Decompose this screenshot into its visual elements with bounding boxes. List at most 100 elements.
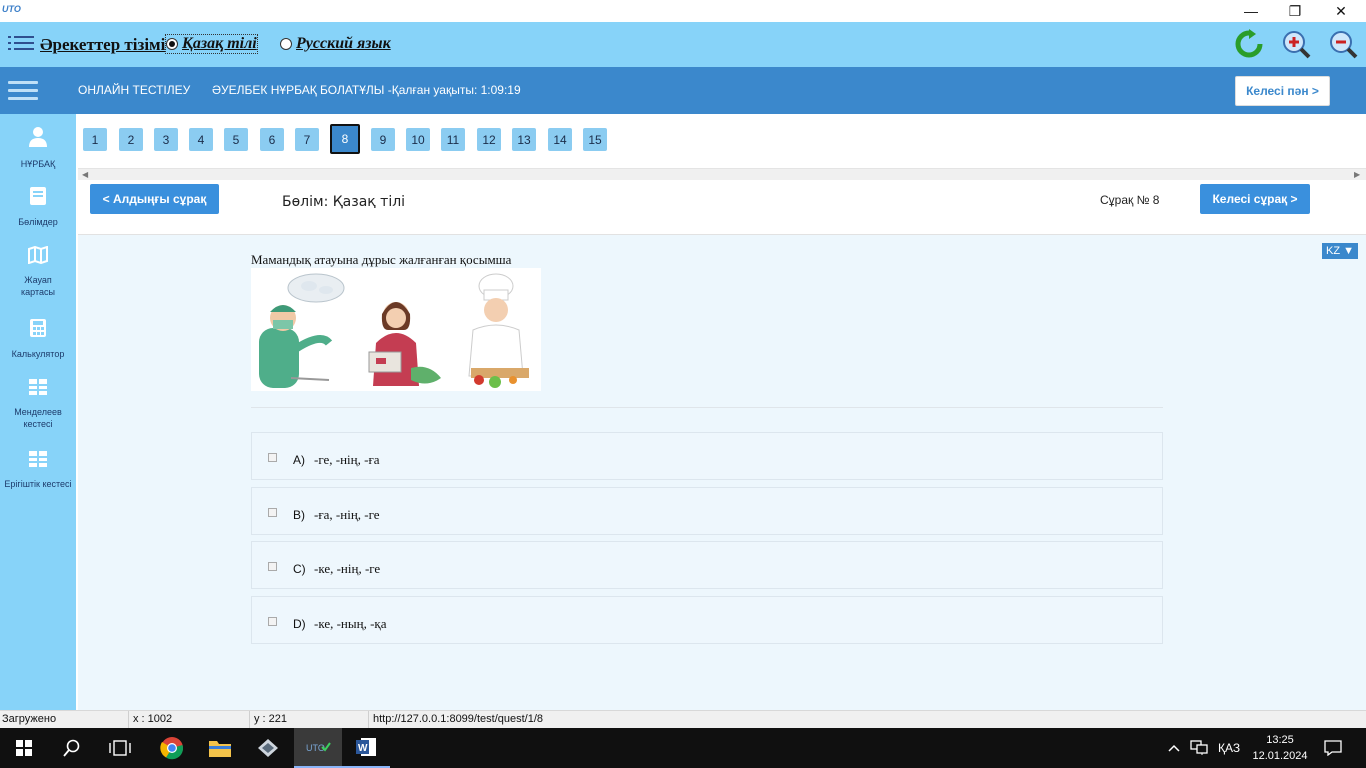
lang-option-kazakh[interactable]: Қазақ тілі [165,34,258,54]
zoom-out-icon[interactable] [1328,29,1358,59]
window-titlebar: UTO — ❐ ✕ [0,0,1366,22]
question-number-bar: 1 2 3 4 5 6 7 8 9 10 11 12 13 14 15 [76,114,1366,168]
question-number-label: Сұрақ № 8 [1100,193,1160,207]
close-button[interactable]: ✕ [1318,0,1364,22]
sidebar-item-user[interactable]: НҰРБАҚ [0,126,76,170]
map-icon [28,246,48,264]
question-number-13[interactable]: 13 [512,128,536,151]
zoom-in-icon[interactable] [1281,29,1311,59]
answer-checkbox-c[interactable] [268,562,277,571]
question-number-3[interactable]: 3 [154,128,178,151]
header-title: ОНЛАЙН ТЕСТІЛЕУ [78,83,191,97]
file-explorer-app[interactable] [196,728,244,768]
uto-check-icon: UTO [306,742,331,753]
sidebar: НҰРБАҚ Бөлімдер Жауап картасы Калькулято… [0,114,76,710]
answer-checkbox-a[interactable] [268,453,277,462]
chrome-app[interactable] [148,728,196,768]
windows-icon [16,740,32,756]
windows-taskbar: UTO W ҚАЗ 13:25 12.01.2024 [0,728,1366,768]
task-view-icon [109,740,131,756]
question-divider [251,407,1163,408]
app-icon [258,739,278,757]
question-number-14[interactable]: 14 [548,128,572,151]
notification-icon[interactable] [1324,728,1342,768]
question-number-2[interactable]: 2 [119,128,143,151]
sidebar-label-calculator: Калькулятор [11,349,65,359]
tray-chevron-icon[interactable] [1168,728,1180,768]
question-number-4[interactable]: 4 [189,128,213,151]
taskbar-clock[interactable]: 13:25 12.01.2024 [1252,732,1308,764]
scroll-left-icon[interactable]: ◀ [82,170,88,179]
table-icon [29,451,47,467]
answer-option-d[interactable]: D) -ке, -ның, -қа [251,596,1163,644]
calculator-icon [30,319,46,337]
radio-kazakh[interactable] [166,38,178,50]
question-number-5[interactable]: 5 [224,128,248,151]
answer-checkbox-b[interactable] [268,508,277,517]
test-header: ОНЛАЙН ТЕСТІЛЕУ ӘУЕЛБЕК НҰРБАҚ БОЛАТҰЛЫ … [0,67,1366,114]
answer-text-d: -ке, -ның, -қа [314,616,387,631]
question-image-professions [251,268,541,391]
hamburger-icon[interactable] [8,81,38,101]
scroll-right-icon[interactable]: ▶ [1354,170,1360,179]
clock-time: 13:25 [1266,734,1294,746]
task-view-button[interactable] [96,728,144,768]
book-icon [30,187,46,205]
chrome-icon [160,737,184,760]
question-number-15[interactable]: 15 [583,128,607,151]
radio-russian[interactable] [280,38,292,50]
next-question-button[interactable]: Келесі сұрақ > [1200,184,1310,214]
answer-option-a[interactable]: A) -ге, -нің, -ға [251,432,1163,480]
minimize-button[interactable]: — [1228,0,1274,22]
question-number-1[interactable]: 1 [83,128,107,151]
search-icon [63,739,80,757]
svg-text:W: W [358,743,368,754]
sidebar-item-mendeleev[interactable]: Менделеев кестесі [0,378,76,430]
search-button[interactable] [48,728,96,768]
status-text: Загружено [2,713,57,725]
lang-option-russian[interactable]: Русский язык [280,35,391,53]
status-y-coordinate: y : 221 [254,713,288,725]
user-time-remaining: ӘУЕЛБЕК НҰРБАҚ БОЛАТҰЛЫ -Қалған уақыты: … [212,83,521,97]
answer-option-c[interactable]: C) -ке, -нің, -ге [251,541,1163,589]
language-dropdown[interactable]: KZ ▼ [1322,243,1358,259]
question-number-9[interactable]: 9 [371,128,395,151]
question-number-8[interactable]: 8 [330,124,360,154]
actions-list-link[interactable]: Әрекеттер тізімі [40,35,165,55]
app-shortcut[interactable] [244,728,292,768]
answer-checkbox-d[interactable] [268,617,277,626]
sidebar-item-solubility[interactable]: Ерігіштік кестесі [0,450,76,490]
question-number-6[interactable]: 6 [260,128,284,151]
sidebar-label-solubility: Ерігіштік кестесі [4,479,72,489]
sidebar-item-calculator[interactable]: Калькулятор [0,318,76,360]
question-number-10[interactable]: 10 [406,128,430,151]
question-number-12[interactable]: 12 [477,128,501,151]
restore-button[interactable]: ❐ [1272,0,1318,22]
next-subject-button[interactable]: Келесі пән > [1235,76,1330,106]
sidebar-label-mendeleev: Менделеев кестесі [14,407,62,429]
start-button[interactable] [0,728,48,768]
horizontal-scrollbar[interactable]: ◀ ▶ [78,168,1366,180]
sidebar-label-answer-map: Жауап картасы [21,275,55,297]
answer-option-b[interactable]: B) -ға, -нің, -ге [251,487,1163,535]
word-app[interactable]: W [342,728,390,768]
question-number-11[interactable]: 11 [441,128,465,151]
sidebar-label-sections: Бөлімдер [18,217,58,227]
sidebar-item-answer-map[interactable]: Жауап картасы [0,246,76,298]
lang-label-russian: Русский язык [296,35,391,52]
previous-question-button[interactable]: < Алдыңғы сұрақ [90,184,219,214]
answer-letter-b: B) [293,508,305,522]
refresh-icon[interactable] [1234,29,1264,59]
testing-app[interactable]: UTO [294,728,342,768]
answer-text-b: -ға, -нің, -ге [314,507,380,522]
status-url: http://127.0.0.1:8099/test/quest/1/8 [373,713,544,725]
user-icon [29,127,47,147]
list-icon[interactable] [8,36,34,54]
answer-letter-a: A) [293,453,305,467]
lang-label-kazakh: Қазақ тілі [182,35,257,52]
sidebar-item-sections[interactable]: Бөлімдер [0,186,76,228]
answer-text-a: -ге, -нің, -ға [314,452,380,467]
input-language[interactable]: ҚАЗ [1218,728,1240,768]
network-icon[interactable] [1190,728,1208,768]
question-number-7[interactable]: 7 [295,128,319,151]
